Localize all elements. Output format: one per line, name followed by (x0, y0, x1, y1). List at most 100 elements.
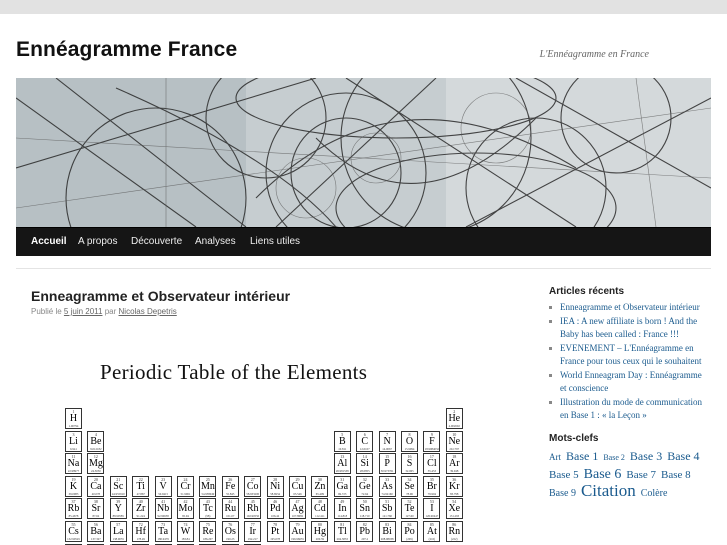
element-number: 39 (116, 499, 121, 505)
element-symbol: Se (404, 480, 415, 492)
element-mass: 88.90585 (112, 514, 124, 519)
recent-post-link[interactable]: EVENEMENT – L'Ennéagramme en France pour… (549, 342, 709, 369)
element-number: 44 (228, 499, 233, 505)
element-cell: 36 Kr 83.798 (445, 475, 463, 497)
element-symbol: Tl (337, 526, 347, 537)
post-date-link[interactable]: 5 juin 2011 (64, 307, 103, 316)
element-mass: 72.64 (361, 491, 369, 496)
tag-link[interactable]: Colère (641, 488, 668, 499)
element-symbol: Cu (291, 480, 304, 492)
element-mass: 87.62 (92, 514, 100, 519)
element-number: 41 (161, 499, 166, 505)
element-cell: 6 C 12.0107 (356, 430, 374, 452)
element-mass: 15.9994 (404, 446, 415, 451)
element-number: 49 (340, 499, 345, 505)
element-cell: 35 Br 79.904 (423, 475, 441, 497)
element-cell: 80 Hg 200.59 (311, 521, 329, 542)
tag-link[interactable]: Base 4 (667, 449, 699, 463)
element-mass: 1.00794 (68, 424, 79, 428)
element-cell: 12 Mg 24.3050 (87, 453, 105, 475)
recent-post-link[interactable]: IEA : A new affiliate is born ! And the … (549, 315, 709, 342)
element-mass: 126.90447 (425, 514, 439, 519)
site-title[interactable]: Ennéagramme France (16, 38, 237, 62)
element-cell: 76 Os 190.23 (221, 521, 239, 542)
element-number: 47 (295, 499, 300, 505)
element-cell: 40 Zr 91.224 (132, 498, 150, 520)
element-mass: 26.981538 (335, 469, 349, 474)
recent-post-link[interactable]: Illustration du mode de communication en… (549, 396, 709, 423)
element-mass: 190.23 (226, 537, 235, 541)
nav-item-analyses[interactable]: Analyses (195, 228, 236, 256)
recent-post-link[interactable]: Enneagramme et Observateur intérieur (549, 301, 709, 315)
element-number: 51 (385, 499, 390, 505)
element-symbol: As (381, 480, 393, 492)
element-cell: 3 Li 6.941 (65, 430, 82, 452)
tag-link[interactable]: Base 9 (549, 488, 576, 499)
element-number: 82 (362, 522, 367, 527)
post-author-link[interactable]: Nicolas Depetris (119, 307, 177, 316)
element-mass: 183.84 (181, 537, 190, 541)
element-number: 57 (116, 522, 121, 527)
element-symbol: Ti (136, 480, 145, 492)
element-mass: 178.49 (136, 537, 145, 541)
element-cell: 75 Re 186.207 (199, 521, 217, 542)
element-cell: 45 Rh 102.90550 (244, 498, 262, 520)
element-mass: 180.9479 (157, 537, 169, 541)
element-symbol: Xe (448, 503, 461, 515)
tag-link[interactable]: Base 1 (566, 449, 598, 463)
element-number: 45 (250, 499, 255, 505)
element-cell: 56 Ba 137.327 (87, 521, 105, 542)
tag-link[interactable]: Base 5 (549, 469, 579, 481)
element-symbol: Au (291, 526, 304, 537)
nav-item-accueil[interactable]: Accueil (31, 228, 67, 256)
site-description: L'Ennéagramme en France (539, 49, 649, 60)
element-mass: (210) (428, 537, 436, 541)
element-mass: 58.6934 (270, 491, 280, 496)
nav-item-decouverte[interactable]: Découverte (131, 228, 182, 256)
tag-link[interactable]: Base 7 (626, 469, 656, 481)
element-symbol: Br (426, 480, 437, 492)
nav-item-liens-utiles[interactable]: Liens utiles (250, 228, 300, 256)
element-number: 34 (407, 476, 412, 482)
element-cell: 30 Zn 65.409 (311, 475, 329, 497)
element-number: 42 (183, 499, 188, 505)
tag-link[interactable]: Base 6 (584, 467, 622, 482)
tag-link[interactable]: Base 2 (603, 453, 625, 462)
element-number: 77 (250, 522, 255, 527)
element-cell: 23 V 50.9415 (154, 475, 172, 497)
element-number: 13 (340, 454, 345, 460)
element-number: 53 (429, 499, 434, 505)
tag-link[interactable]: Art (549, 452, 561, 462)
element-number: 24 (183, 476, 188, 482)
element-symbol: Os (224, 526, 236, 537)
element-symbol: Y (114, 503, 122, 515)
post-title[interactable]: Enneagramme et Observateur intérieur (31, 288, 290, 304)
tag-link[interactable]: Base 8 (661, 469, 691, 481)
element-symbol: Ni (270, 480, 281, 492)
element-cell: 49 In 114.818 (333, 498, 351, 520)
element-mass: 92.90638 (157, 514, 169, 519)
element-symbol: Mg (88, 458, 103, 470)
element-symbol: Re (202, 526, 214, 537)
element-cell: 19 K 39.0983 (65, 475, 82, 497)
element-symbol: Sr (91, 503, 101, 515)
element-symbol: Ir (249, 526, 257, 537)
element-symbol: Rn (448, 526, 461, 537)
element-number: 78 (273, 522, 278, 527)
element-cell: 41 Nb 92.90638 (154, 498, 172, 520)
element-cell: 47 Ag 107.8682 (289, 498, 306, 520)
element-cell: 29 Cu 63.546 (289, 475, 306, 497)
recent-post-link[interactable]: World Enneagram Day : Ennéagramme et con… (549, 369, 709, 396)
element-cell: 53 I 126.90447 (423, 498, 441, 520)
tag-link[interactable]: Base 3 (630, 449, 662, 463)
element-number: 40 (138, 499, 143, 505)
element-mass: 14.0067 (382, 446, 392, 451)
element-cell: 50 Sn 118.710 (356, 498, 374, 520)
element-cell: 10 Ne 20.1797 (445, 430, 463, 452)
tag-link[interactable]: Citation (581, 481, 636, 500)
element-mass: 79.904 (427, 491, 437, 496)
element-number: 7 (386, 431, 389, 437)
nav-item-a-propos[interactable]: A propos (78, 228, 117, 256)
element-number: 17 (429, 454, 434, 460)
element-symbol: Hg (313, 526, 326, 537)
